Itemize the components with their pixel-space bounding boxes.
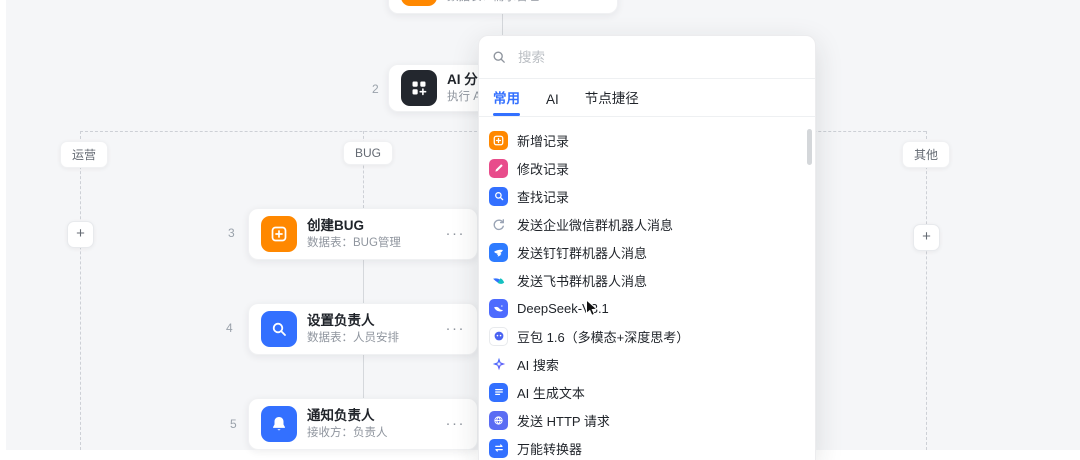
list-item-label: 发送 HTTP 请求: [517, 413, 610, 429]
list-item-edit-record[interactable]: 修改记录: [489, 154, 815, 182]
page-margin-left: [0, 0, 6, 460]
list-item-label: 修改记录: [517, 161, 570, 177]
list-item-label: 查找记录: [517, 189, 570, 205]
list-item-find-record[interactable]: 查找记录: [489, 182, 815, 210]
workflow-canvas: 数据表：需求管理 2 AI 分类 执行 AI 判断 运营 BUG 其他 + + …: [0, 0, 1080, 460]
node-index: 2: [372, 82, 379, 96]
find-record-icon: [261, 311, 297, 347]
node-picker-popup: 常用 AI 节点捷径 新增记录 修改记录 查找记录: [478, 35, 816, 460]
ai-search-icon: [489, 355, 508, 374]
wecom-bot-icon: [489, 215, 508, 234]
node-index: 4: [226, 321, 233, 335]
add-node-button-right[interactable]: +: [913, 224, 940, 251]
branch-line-right: [926, 131, 927, 450]
list-item-label: 豆包 1.6（多模态+深度思考）: [517, 329, 690, 345]
node-title: 通知负责人: [307, 408, 375, 423]
find-record-icon: [489, 186, 508, 206]
list-item-label: AI 搜索: [517, 357, 559, 373]
list-item-doubao[interactable]: 豆包 1.6（多模态+深度思考）: [489, 322, 815, 350]
node-subtitle: 接收方：负责人: [307, 427, 388, 439]
branch-label-operations[interactable]: 运营: [60, 141, 109, 168]
node-card-trigger[interactable]: 数据表：需求管理: [388, 0, 618, 14]
search-bar[interactable]: [479, 36, 815, 79]
list-item-label: 万能转换器: [517, 441, 583, 457]
node-option-list: 新增记录 修改记录 查找记录 发送企业微信群机器人消息 发送钉钉群机器人消息 发…: [479, 117, 815, 460]
list-item-http-request[interactable]: 发送 HTTP 请求: [489, 406, 815, 434]
node-card-create-bug[interactable]: 创建BUG 数据表：BUG管理 ···: [248, 208, 478, 260]
tab-node-shortcuts[interactable]: 节点捷径: [585, 87, 639, 116]
popup-scrollbar[interactable]: [807, 129, 812, 165]
list-item-wecom-bot[interactable]: 发送企业微信群机器人消息: [489, 210, 815, 238]
connector-mid-1: [363, 260, 364, 303]
bell-icon: [261, 406, 297, 442]
node-title: 创建BUG: [307, 218, 364, 233]
connector-mid-2: [363, 355, 364, 398]
list-item-feishu-bot[interactable]: 发送飞书群机器人消息: [489, 266, 815, 294]
list-item-label: 发送企业微信群机器人消息: [517, 217, 674, 233]
list-item-deepseek[interactable]: DeepSeek-V3.1: [489, 294, 815, 322]
branch-line-left: [80, 131, 81, 450]
list-item-add-record[interactable]: 新增记录: [489, 126, 815, 154]
branch-label-other[interactable]: 其他: [902, 141, 951, 168]
dingtalk-bot-icon: [489, 242, 508, 262]
list-item-converter[interactable]: 万能转换器: [489, 434, 815, 460]
deepseek-icon: [489, 298, 508, 318]
list-item-label: 新增记录: [517, 133, 570, 149]
node-menu-button[interactable]: ···: [446, 226, 466, 241]
mouse-cursor: [585, 298, 600, 323]
record-trigger-icon: [401, 0, 437, 6]
ai-classify-icon: [401, 70, 437, 106]
converter-icon: [489, 438, 508, 458]
search-input[interactable]: [516, 48, 803, 66]
list-item-ai-generate-text[interactable]: AI 生成文本: [489, 378, 815, 406]
list-item-label: 发送钉钉群机器人消息: [517, 245, 648, 261]
doubao-icon: [489, 326, 508, 346]
edit-record-icon: [489, 158, 508, 178]
list-item-ai-search[interactable]: AI 搜索: [489, 350, 815, 378]
popup-tabs: 常用 AI 节点捷径: [479, 79, 815, 117]
node-title: 设置负责人: [307, 313, 375, 328]
tab-ai[interactable]: AI: [546, 92, 559, 116]
list-item-label: 发送飞书群机器人消息: [517, 273, 648, 289]
node-subtitle: 数据表：BUG管理: [307, 237, 401, 249]
list-item-label: AI 生成文本: [517, 385, 585, 401]
http-request-icon: [489, 410, 508, 430]
node-card-set-assignee[interactable]: 设置负责人 数据表：人员安排 ···: [248, 303, 478, 355]
create-record-icon: [261, 216, 297, 252]
node-menu-button[interactable]: ···: [446, 416, 466, 431]
node-index: 5: [230, 417, 237, 431]
search-icon: [491, 49, 507, 65]
node-index: 3: [228, 226, 235, 240]
add-node-button-left[interactable]: +: [67, 221, 94, 248]
node-subtitle: 数据表：人员安排: [307, 332, 399, 344]
node-subtitle: 数据表：需求管理: [447, 0, 539, 5]
branch-label-bug[interactable]: BUG: [343, 141, 394, 165]
node-menu-button[interactable]: ···: [446, 321, 466, 336]
list-item-dingtalk-bot[interactable]: 发送钉钉群机器人消息: [489, 238, 815, 266]
feishu-bot-icon: [489, 271, 508, 290]
add-record-icon: [489, 130, 508, 150]
ai-text-icon: [489, 382, 508, 402]
node-card-notify-assignee[interactable]: 通知负责人 接收方：负责人 ···: [248, 398, 478, 450]
tab-common[interactable]: 常用: [493, 87, 520, 116]
